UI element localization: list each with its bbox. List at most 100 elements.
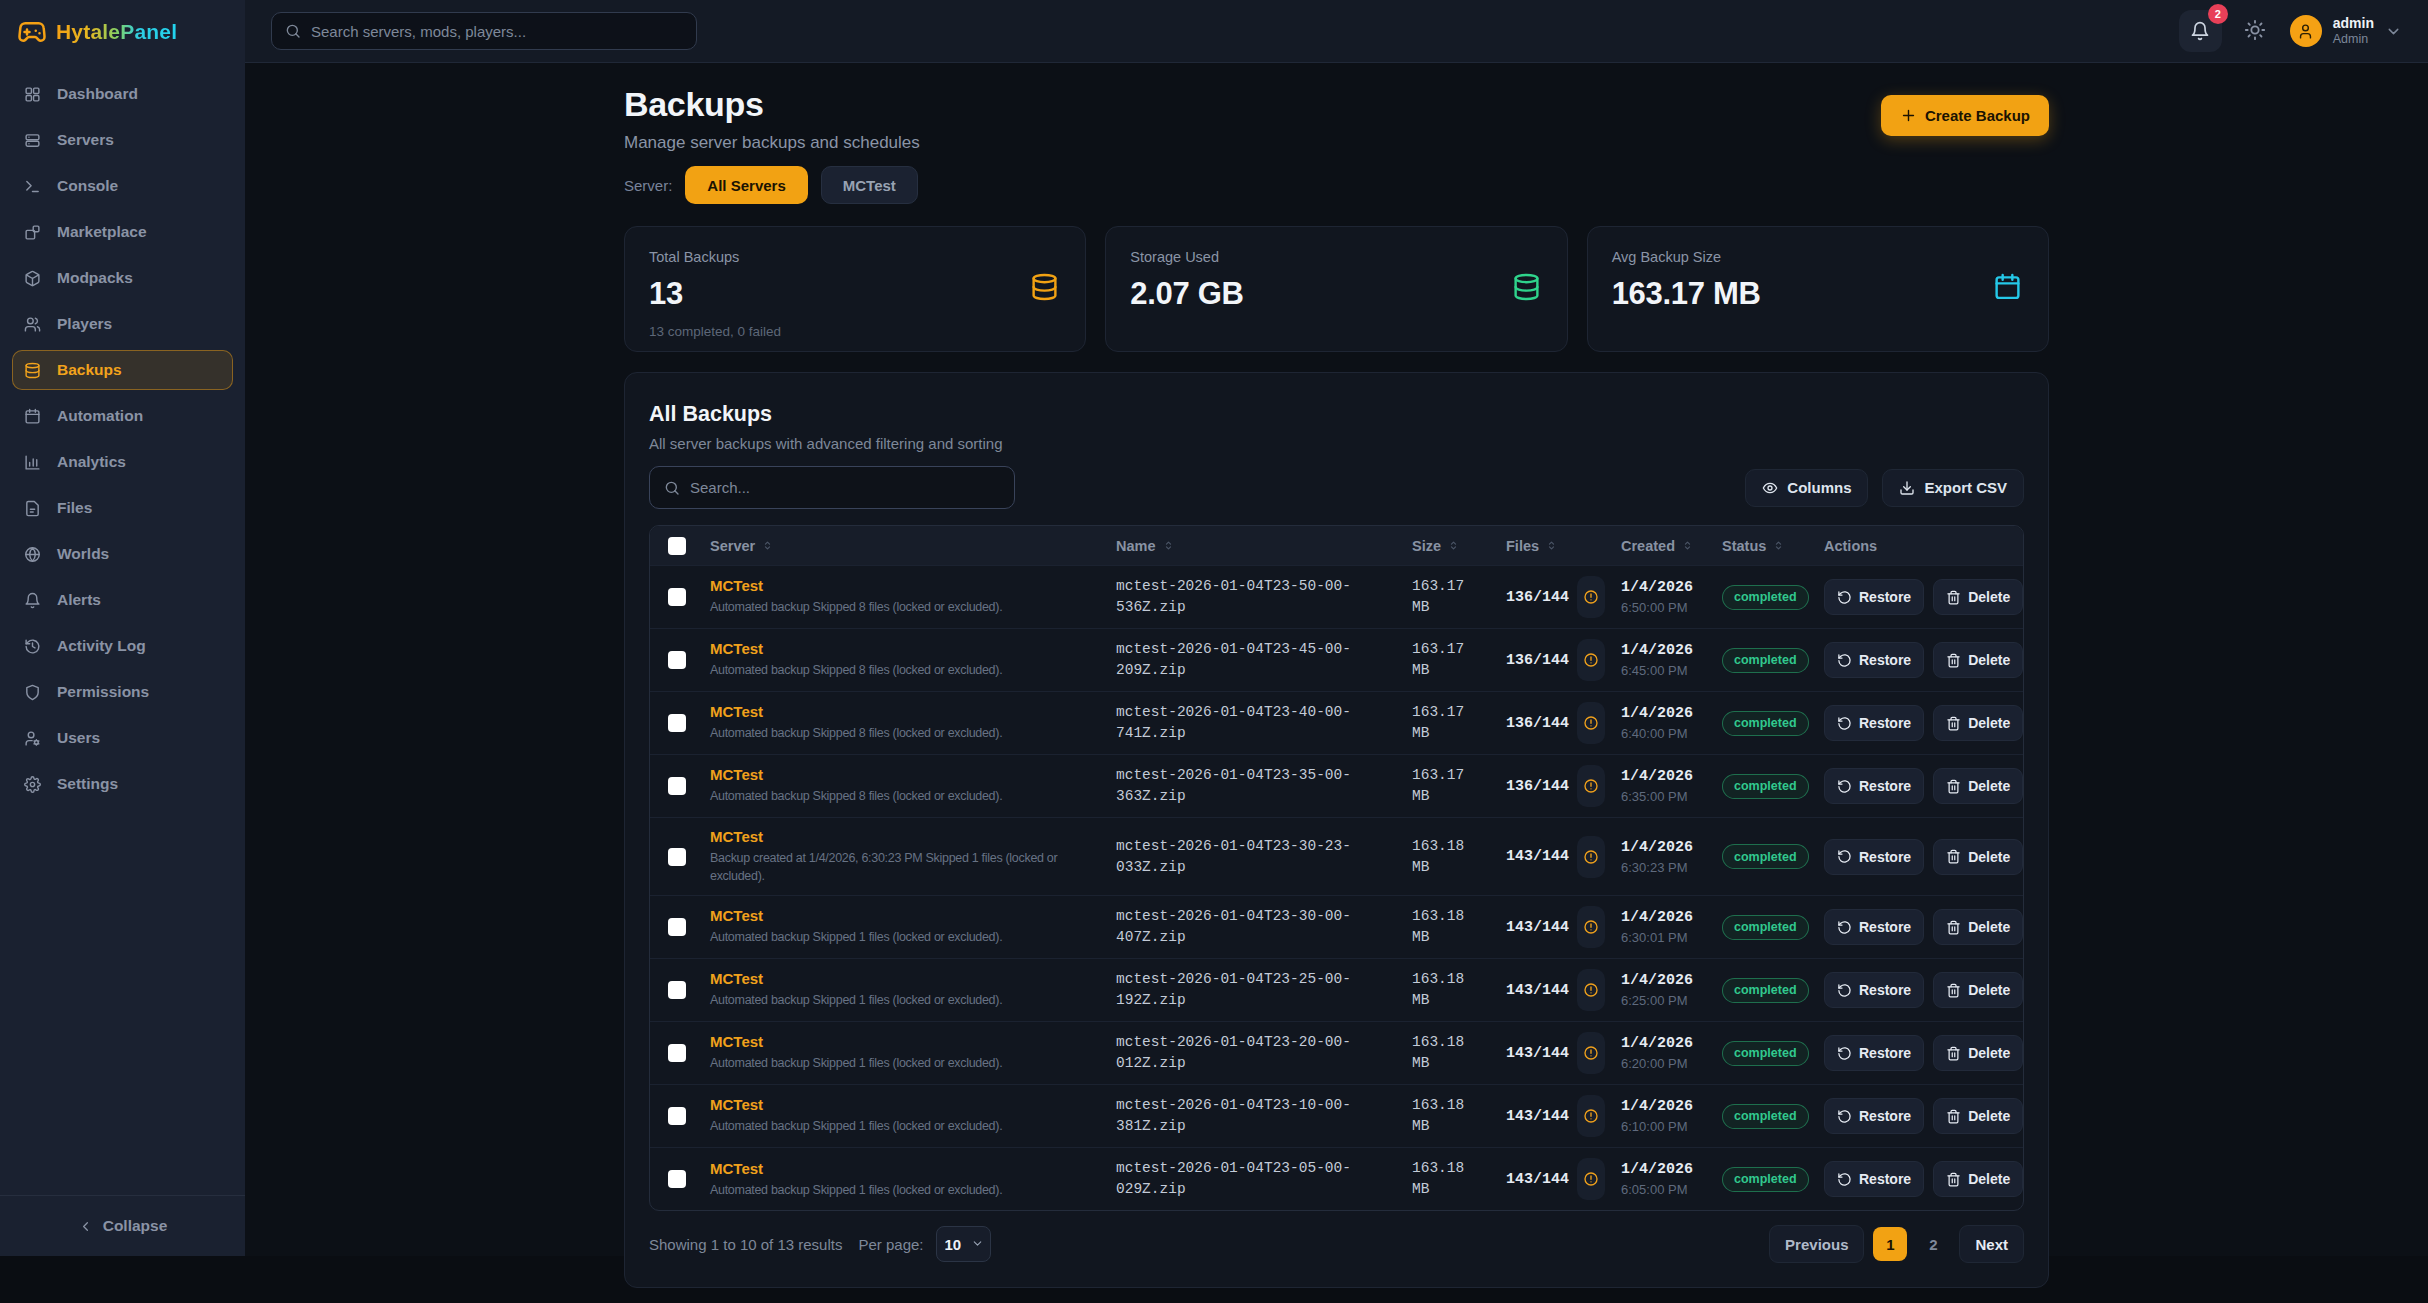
- restore-button[interactable]: Restore: [1824, 642, 1924, 678]
- files-warning-icon[interactable]: [1577, 1032, 1605, 1074]
- delete-button[interactable]: Delete: [1933, 839, 2023, 875]
- column-header-created[interactable]: Created: [1605, 538, 1706, 554]
- column-header-actions: Actions: [1808, 538, 2023, 554]
- restore-button[interactable]: Restore: [1824, 972, 1924, 1008]
- server-filter-all-servers[interactable]: All Servers: [685, 166, 807, 204]
- restore-icon: [1837, 1109, 1852, 1124]
- sidebar-item-files[interactable]: Files: [12, 488, 233, 528]
- row-checkbox[interactable]: [650, 651, 694, 669]
- column-header-server[interactable]: Server: [694, 538, 1100, 554]
- previous-page-button[interactable]: Previous: [1769, 1225, 1864, 1263]
- delete-button[interactable]: Delete: [1933, 1035, 2023, 1071]
- row-server[interactable]: MCTest: [710, 1033, 1100, 1050]
- files-warning-icon[interactable]: [1577, 576, 1605, 618]
- row-server[interactable]: MCTest: [710, 970, 1100, 987]
- files-warning-icon[interactable]: [1577, 969, 1605, 1011]
- row-server[interactable]: MCTest: [710, 766, 1100, 783]
- sidebar-item-console[interactable]: Console: [12, 166, 233, 206]
- row-checkbox[interactable]: [650, 1107, 694, 1125]
- row-checkbox[interactable]: [650, 981, 694, 999]
- page-button-2[interactable]: 2: [1916, 1227, 1950, 1261]
- column-header-name[interactable]: Name: [1100, 538, 1396, 554]
- restore-button[interactable]: Restore: [1824, 1161, 1924, 1197]
- user-menu[interactable]: admin Admin: [2290, 15, 2402, 47]
- sidebar-item-analytics[interactable]: Analytics: [12, 442, 233, 482]
- restore-button[interactable]: Restore: [1824, 1035, 1924, 1071]
- delete-button[interactable]: Delete: [1933, 972, 2023, 1008]
- server-filter-mctest[interactable]: MCTest: [821, 166, 918, 204]
- row-checkbox[interactable]: [650, 1044, 694, 1062]
- create-backup-button[interactable]: Create Backup: [1881, 95, 2049, 136]
- notifications-button[interactable]: 2: [2179, 10, 2222, 52]
- row-server[interactable]: MCTest: [710, 577, 1100, 594]
- row-server[interactable]: MCTest: [710, 828, 1100, 845]
- files-warning-icon[interactable]: [1577, 906, 1605, 948]
- column-header-files[interactable]: Files: [1490, 538, 1605, 554]
- page-button-1[interactable]: 1: [1873, 1227, 1907, 1261]
- restore-icon: [1837, 849, 1852, 864]
- delete-button[interactable]: Delete: [1933, 705, 2023, 741]
- row-checkbox[interactable]: [650, 848, 694, 866]
- row-time: 6:45:00 PM: [1621, 663, 1706, 678]
- row-server[interactable]: MCTest: [710, 907, 1100, 924]
- sidebar-item-modpacks[interactable]: Modpacks: [12, 258, 233, 298]
- sidebar-item-alerts[interactable]: Alerts: [12, 580, 233, 620]
- restore-button[interactable]: Restore: [1824, 909, 1924, 945]
- files-warning-icon[interactable]: [1577, 639, 1605, 681]
- sidebar-item-backups[interactable]: Backups: [12, 350, 233, 390]
- row-time: 6:40:00 PM: [1621, 726, 1706, 741]
- sidebar-item-marketplace[interactable]: Marketplace: [12, 212, 233, 252]
- row-server[interactable]: MCTest: [710, 703, 1100, 720]
- table-row: MCTestAutomated backup Skipped 8 files (…: [650, 691, 2023, 754]
- row-checkbox[interactable]: [650, 714, 694, 732]
- restore-button[interactable]: Restore: [1824, 839, 1924, 875]
- sidebar-item-worlds[interactable]: Worlds: [12, 534, 233, 574]
- sidebar-item-activity-log[interactable]: Activity Log: [12, 626, 233, 666]
- per-page-select[interactable]: 10: [936, 1226, 991, 1262]
- files-warning-icon[interactable]: [1577, 765, 1605, 807]
- row-checkbox[interactable]: [650, 918, 694, 936]
- sidebar-item-permissions[interactable]: Permissions: [12, 672, 233, 712]
- delete-button[interactable]: Delete: [1933, 579, 2023, 615]
- row-checkbox[interactable]: [650, 777, 694, 795]
- column-header-size[interactable]: Size: [1396, 538, 1490, 554]
- row-server[interactable]: MCTest: [710, 640, 1100, 657]
- restore-button[interactable]: Restore: [1824, 1098, 1924, 1134]
- delete-button[interactable]: Delete: [1933, 1161, 2023, 1197]
- row-checkbox[interactable]: [650, 588, 694, 606]
- delete-button[interactable]: Delete: [1933, 909, 2023, 945]
- restore-button[interactable]: Restore: [1824, 705, 1924, 741]
- restore-icon: [1837, 653, 1852, 668]
- global-search-input[interactable]: [311, 23, 683, 40]
- global-search[interactable]: [271, 12, 697, 50]
- restore-button[interactable]: Restore: [1824, 579, 1924, 615]
- delete-button[interactable]: Delete: [1933, 1098, 2023, 1134]
- columns-button[interactable]: Columns: [1745, 469, 1868, 507]
- next-page-button[interactable]: Next: [1959, 1225, 2024, 1263]
- select-all-checkbox[interactable]: [650, 537, 694, 555]
- restore-button[interactable]: Restore: [1824, 768, 1924, 804]
- theme-toggle-button[interactable]: [2244, 19, 2268, 43]
- files-warning-icon[interactable]: [1577, 702, 1605, 744]
- sidebar-item-automation[interactable]: Automation: [12, 396, 233, 436]
- bell-icon: [24, 592, 41, 609]
- files-warning-icon[interactable]: [1577, 1095, 1605, 1137]
- column-header-status[interactable]: Status: [1706, 538, 1808, 554]
- files-warning-icon[interactable]: [1577, 836, 1605, 878]
- sidebar-item-servers[interactable]: Servers: [12, 120, 233, 160]
- files-warning-icon[interactable]: [1577, 1158, 1605, 1200]
- sort-icon: [1448, 540, 1459, 551]
- delete-button[interactable]: Delete: [1933, 768, 2023, 804]
- delete-button[interactable]: Delete: [1933, 642, 2023, 678]
- sidebar-item-players[interactable]: Players: [12, 304, 233, 344]
- row-server[interactable]: MCTest: [710, 1096, 1100, 1113]
- sidebar-item-settings[interactable]: Settings: [12, 764, 233, 804]
- table-search[interactable]: [649, 466, 1015, 509]
- row-server[interactable]: MCTest: [710, 1160, 1100, 1177]
- export-csv-button[interactable]: Export CSV: [1882, 469, 2024, 507]
- sidebar-item-dashboard[interactable]: Dashboard: [12, 74, 233, 114]
- sidebar-collapse-button[interactable]: Collapse: [0, 1195, 245, 1256]
- table-search-input[interactable]: [690, 479, 1000, 496]
- row-checkbox[interactable]: [650, 1170, 694, 1188]
- sidebar-item-users[interactable]: Users: [12, 718, 233, 758]
